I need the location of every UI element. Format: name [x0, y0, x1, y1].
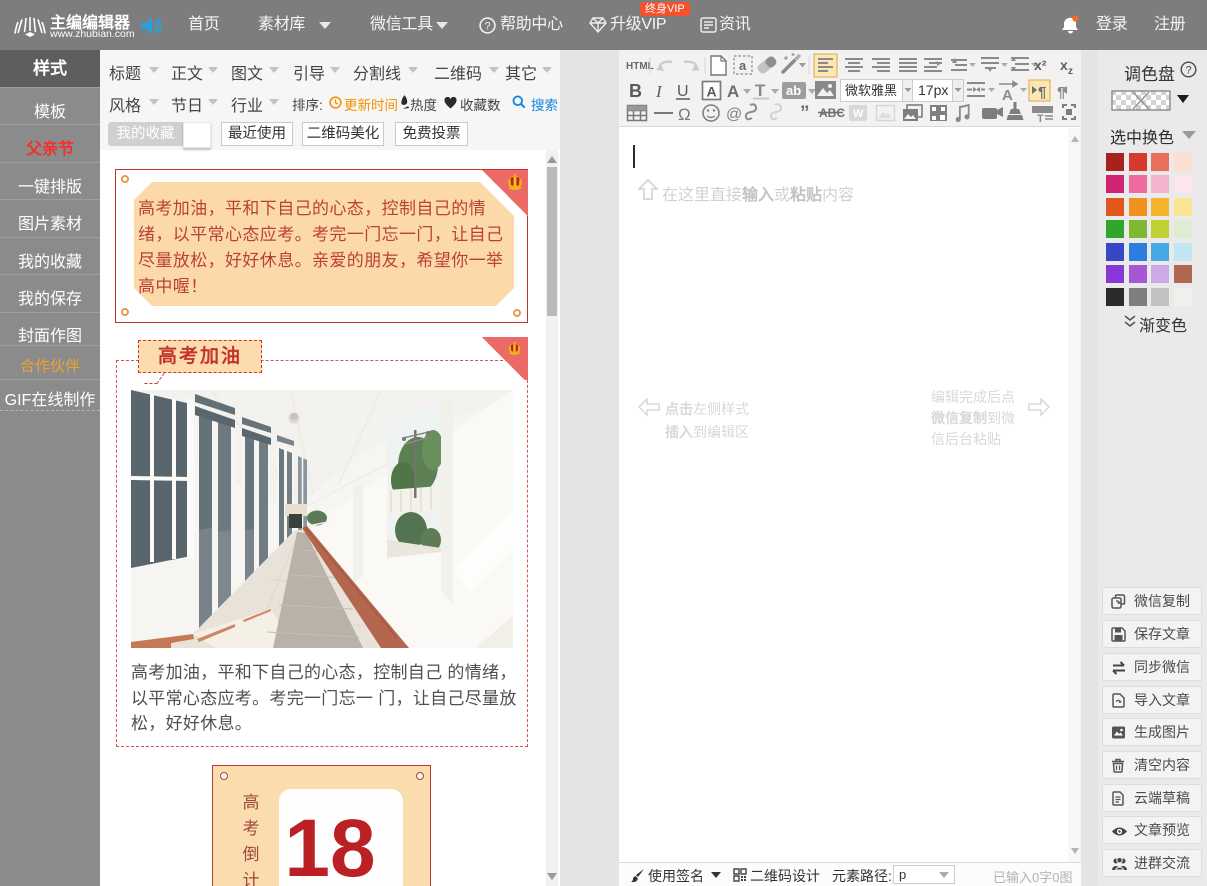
svg-text:T: T [755, 81, 766, 100]
svg-text:17px: 17px [918, 82, 948, 98]
svg-text:微软雅黑: 微软雅黑 [845, 83, 897, 98]
svg-text:A: A [727, 82, 739, 101]
svg-text:U: U [677, 83, 689, 100]
svg-text:x²: x² [1034, 57, 1047, 73]
svg-text:?: ? [484, 20, 490, 32]
svg-text:x: x [1060, 57, 1068, 73]
svg-text:?: ? [1185, 65, 1191, 77]
svg-text:A: A [707, 84, 717, 100]
svg-text:B: B [629, 81, 642, 101]
svg-text:I: I [655, 82, 663, 101]
svg-text:z: z [1068, 66, 1073, 77]
svg-text:A: A [1002, 87, 1013, 104]
svg-text:@: @ [726, 106, 742, 123]
svg-text:Ω: Ω [678, 105, 691, 124]
svg-text:¶: ¶ [1038, 84, 1046, 101]
svg-text:”: ” [800, 103, 810, 124]
svg-text:ab: ab [786, 83, 801, 98]
svg-text:W: W [853, 108, 864, 120]
svg-text:T: T [1037, 113, 1044, 125]
svg-text:¶: ¶ [1057, 84, 1065, 101]
svg-text:a: a [739, 58, 747, 73]
